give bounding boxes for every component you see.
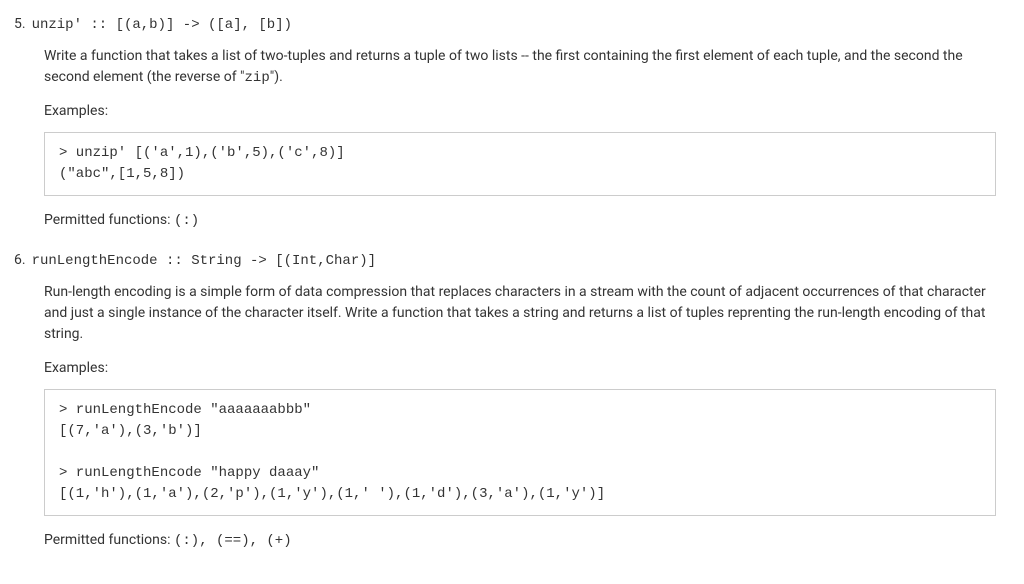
exercise-signature: unzip' :: [(a,b)] -> ([a], [b]) — [32, 15, 292, 36]
exercise-item-6: 6. runLengthEncode :: String -> [(Int,Ch… — [14, 250, 996, 552]
exercise-item-5: 5. unzip' :: [(a,b)] -> ([a], [b]) Write… — [14, 14, 996, 232]
exercise-signature: runLengthEncode :: String -> [(Int,Char)… — [32, 251, 376, 272]
code-example: > unzip' [('a',1),('b',5),('c',8)] ("abc… — [44, 132, 996, 196]
exercise-number: 5. — [14, 14, 26, 35]
exercise-description: Write a function that takes a list of tw… — [44, 46, 996, 89]
exercise-body: Write a function that takes a list of tw… — [44, 46, 996, 232]
permitted-code: (:), (==), (+) — [174, 533, 292, 549]
permitted-label: Permitted functions: — [44, 212, 174, 228]
permitted-functions: Permitted functions: (:) — [44, 210, 996, 232]
description-prefix: Write a function that takes a list of tw… — [44, 48, 963, 85]
exercise-body: Run-length encoding is a simple form of … — [44, 282, 996, 552]
examples-label: Examples: — [44, 101, 996, 122]
permitted-code: (:) — [174, 213, 199, 229]
description-code: zip — [245, 70, 270, 86]
exercise-header: 6. runLengthEncode :: String -> [(Int,Ch… — [14, 250, 996, 272]
exercise-description: Run-length encoding is a simple form of … — [44, 282, 996, 346]
description-prefix: Run-length encoding is a simple form of … — [44, 284, 986, 342]
code-example: > runLengthEncode "aaaaaaabbb" [(7,'a'),… — [44, 389, 996, 516]
exercise-number: 6. — [14, 250, 26, 271]
examples-label: Examples: — [44, 358, 996, 379]
exercise-header: 5. unzip' :: [(a,b)] -> ([a], [b]) — [14, 14, 996, 36]
permitted-label: Permitted functions: — [44, 532, 174, 548]
permitted-functions: Permitted functions: (:), (==), (+) — [44, 530, 996, 552]
description-suffix: "). — [270, 69, 283, 85]
